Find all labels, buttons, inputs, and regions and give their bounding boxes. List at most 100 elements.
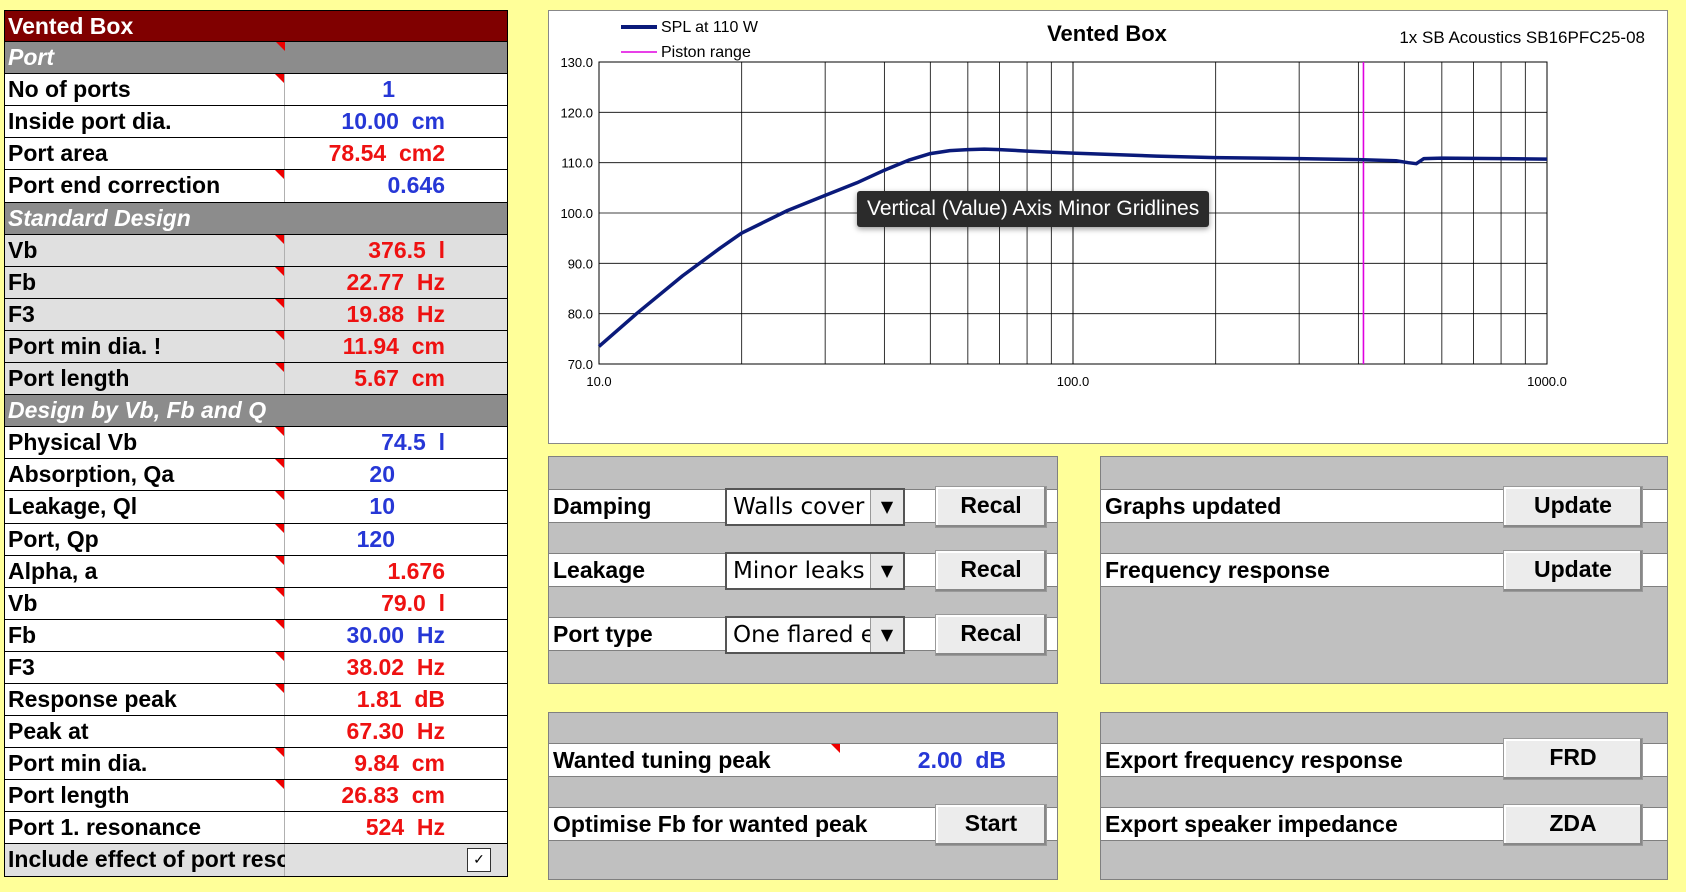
row-value-cell[interactable]: 30.00 Hz: [285, 619, 507, 651]
row-label: Response peak: [5, 683, 285, 716]
wanted-tuning-input[interactable]: 2.00 dB: [831, 744, 1027, 776]
section-header: Design by Vb, Fb and Q: [5, 395, 507, 428]
row-label: Fb: [5, 266, 285, 298]
row-value: 67.30 Hz: [346, 718, 445, 745]
table-row: Fb 22.77 Hz: [5, 266, 507, 299]
graphs-updated-label: Graphs updated: [1105, 493, 1282, 519]
port-type-row: Port type One flared e ▼ Recal: [549, 614, 1057, 656]
row-label: Port min dia.: [5, 748, 285, 780]
damping-select-value: Walls cover: [733, 494, 865, 520]
chevron-down-icon[interactable]: ▼: [870, 618, 903, 652]
port-type-select[interactable]: One flared e ▼: [725, 616, 905, 654]
start-button[interactable]: Start: [935, 804, 1047, 846]
row-value: 19.88 Hz: [346, 300, 445, 327]
row-value-cell: 38.02 Hz: [285, 651, 507, 683]
tuning-panel: Wanted tuning peak 2.00 dB Optimise Fb f…: [548, 712, 1058, 880]
wanted-tuning-row: Wanted tuning peak 2.00 dB: [549, 743, 1057, 777]
table-row: Alpha, a 1.676: [5, 555, 507, 588]
frd-button[interactable]: FRD: [1503, 738, 1643, 780]
table-row: Leakage, Ql 10: [5, 491, 507, 524]
row-value-cell: [285, 395, 507, 426]
row-value-cell[interactable]: 74.5 l: [285, 427, 507, 459]
row-label: No of ports: [5, 74, 285, 106]
table-row: Port length 26.83 cm: [5, 780, 507, 813]
section-label: Port: [5, 42, 285, 73]
row-value-cell[interactable]: 0.646: [285, 170, 507, 202]
y-tick-label: 80.0: [568, 307, 593, 322]
row-label: Port length: [5, 780, 285, 812]
row-value-cell: 79.0 l: [285, 587, 507, 619]
row-value-cell[interactable]: 10.00 cm: [285, 106, 507, 138]
table-row: Physical Vb 74.5 l: [5, 427, 507, 460]
optimise-row: Optimise Fb for wanted peak Start: [549, 804, 1057, 846]
table-row: Inside port dia. 10.00 cm: [5, 106, 507, 139]
row-value: 79.0 l: [381, 589, 445, 616]
row-value-cell: 9.84 cm: [285, 748, 507, 780]
row-value-cell: 5.67 cm: [285, 363, 507, 395]
y-tick-label: 130.0: [560, 55, 593, 70]
table-row: No of ports 1: [5, 74, 507, 107]
chevron-down-icon[interactable]: ▼: [870, 554, 903, 588]
section-label: Design by Vb, Fb and Q: [8, 397, 267, 424]
damping-select[interactable]: Walls cover ▼: [725, 488, 905, 526]
table-row: Port length 5.67 cm: [5, 363, 507, 396]
export-zda-row: Export speaker impedance ZDA: [1101, 804, 1667, 846]
update-panel: Graphs updated Update Frequency response…: [1100, 456, 1668, 684]
damping-row: Damping Walls cover ▼ Recal: [549, 486, 1057, 528]
row-label: Inside port dia.: [5, 106, 285, 138]
row-value-cell: [285, 203, 507, 234]
frequency-response-update-button[interactable]: Update: [1503, 550, 1643, 592]
row-value-cell[interactable]: 20: [285, 459, 507, 491]
row-value-cell: 26.83 cm: [285, 780, 507, 812]
row-label: F3: [5, 651, 285, 683]
row-value-cell[interactable]: 120: [285, 523, 507, 555]
leakage-recal-button[interactable]: Recal: [935, 550, 1047, 592]
export-panel: Export frequency response FRD Export spe…: [1100, 712, 1668, 880]
table-row: Vb 376.5 l: [5, 234, 507, 267]
zda-button[interactable]: ZDA: [1503, 804, 1643, 846]
row-value-cell: 67.30 Hz: [285, 716, 507, 748]
row-value-cell: 19.88 Hz: [285, 298, 507, 330]
row-value: 1.81 dB: [356, 685, 445, 712]
row-value-cell: ✓: [285, 844, 507, 876]
table-row: F3 38.02 Hz: [5, 651, 507, 684]
row-value-cell: 376.5 l: [285, 234, 507, 266]
port-resonance-checkbox[interactable]: ✓: [467, 848, 491, 873]
row-label: F3: [5, 298, 285, 330]
y-tick-label: 90.0: [568, 256, 593, 271]
row-value: 10: [369, 493, 395, 520]
row-value-cell[interactable]: 10: [285, 491, 507, 523]
chart-title: Vented Box: [1047, 21, 1168, 46]
table-row: Port end correction 0.646: [5, 170, 507, 203]
row-value: 74.5 l: [381, 429, 445, 456]
graphs-update-button[interactable]: Update: [1503, 486, 1643, 528]
x-tick-label: 100.0: [1057, 374, 1090, 389]
table-row: Include effect of port resonance ✓: [5, 844, 507, 877]
export-frd-row: Export frequency response FRD: [1101, 738, 1667, 780]
frequency-response-chart[interactable]: 130.0 120.0 110.0 100.0 90.0 80.0 70.0 10.0 100.…: [548, 10, 1668, 444]
row-label: Port 1. resonance: [5, 812, 285, 844]
row-value-cell[interactable]: 1: [285, 74, 507, 106]
damping-recal-button[interactable]: Recal: [935, 486, 1047, 528]
row-label: Physical Vb: [5, 427, 285, 459]
table-row: Vb 79.0 l: [5, 587, 507, 620]
x-tick-label: 10.0: [586, 374, 611, 389]
row-value-cell: [285, 42, 507, 73]
graphs-updated-row: Graphs updated Update: [1101, 486, 1667, 528]
row-value-cell: 22.77 Hz: [285, 266, 507, 298]
options-panel: Damping Walls cover ▼ Recal Leakage Minor…: [548, 456, 1058, 684]
row-value: 0.646: [387, 172, 445, 199]
table-row: Port min dia. 9.84 cm: [5, 748, 507, 781]
leakage-select[interactable]: Minor leaks ▼: [725, 552, 905, 590]
damping-label: Damping: [553, 493, 652, 519]
row-value: 5.67 cm: [354, 365, 445, 392]
row-value: 9.84 cm: [354, 750, 445, 777]
port-type-recal-button[interactable]: Recal: [935, 614, 1047, 656]
row-value: 22.77 Hz: [346, 268, 445, 295]
table-row: Fb 30.00 Hz: [5, 619, 507, 652]
chevron-down-icon[interactable]: ▼: [870, 490, 903, 524]
row-value: 524 Hz: [365, 814, 445, 841]
section-header: Port: [5, 42, 507, 75]
row-label: Vb: [5, 234, 285, 266]
y-tick-label: 110.0: [561, 156, 593, 171]
